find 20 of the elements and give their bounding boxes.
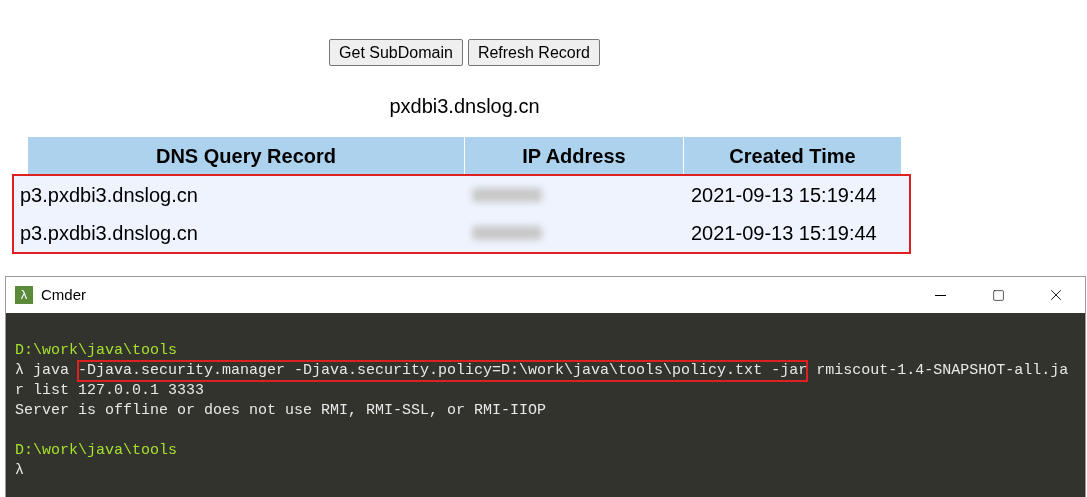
- path-prompt: D:\work\java\tools: [15, 442, 178, 459]
- column-header: DNS Query Record: [154, 143, 338, 169]
- command-text: rmiscout-1.4-SNAPSHOT-all.ja: [815, 361, 1069, 381]
- action-button[interactable]: Get SubDomain: [329, 39, 463, 66]
- app-icon: λ: [15, 286, 33, 304]
- maximize-icon: [991, 288, 1005, 302]
- highlighted-command: -Djava.security.manager -Djava.security.policy=D:\work\java\tools\policy.txt -jar: [78, 361, 808, 381]
- time-cell-text: 2021-09-13 15:19:44: [690, 221, 878, 246]
- terminal-text: λ: [15, 462, 24, 479]
- terminal-text: Server is offline or does not use RMI, RMI-SSL, or RMI-IIOP: [15, 402, 547, 419]
- window-title: Cmder: [41, 284, 86, 305]
- terminal-text: r list 127.0.0.1 3333: [15, 382, 205, 399]
- command-text: λ java: [15, 361, 70, 381]
- subdomain-text: pxdbi3.dnslog.cn: [389, 94, 540, 119]
- record-cell-text: p3.pxdbi3.dnslog.cn: [20, 183, 199, 208]
- time-cell-text: 2021-09-13 15:19:44: [690, 183, 878, 208]
- action-button[interactable]: Refresh Record: [467, 39, 600, 66]
- minimize-icon: [934, 294, 946, 296]
- path-prompt: D:\work\java\tools: [15, 342, 178, 359]
- record-cell-text: p3.pxdbi3.dnslog.cn: [20, 221, 199, 246]
